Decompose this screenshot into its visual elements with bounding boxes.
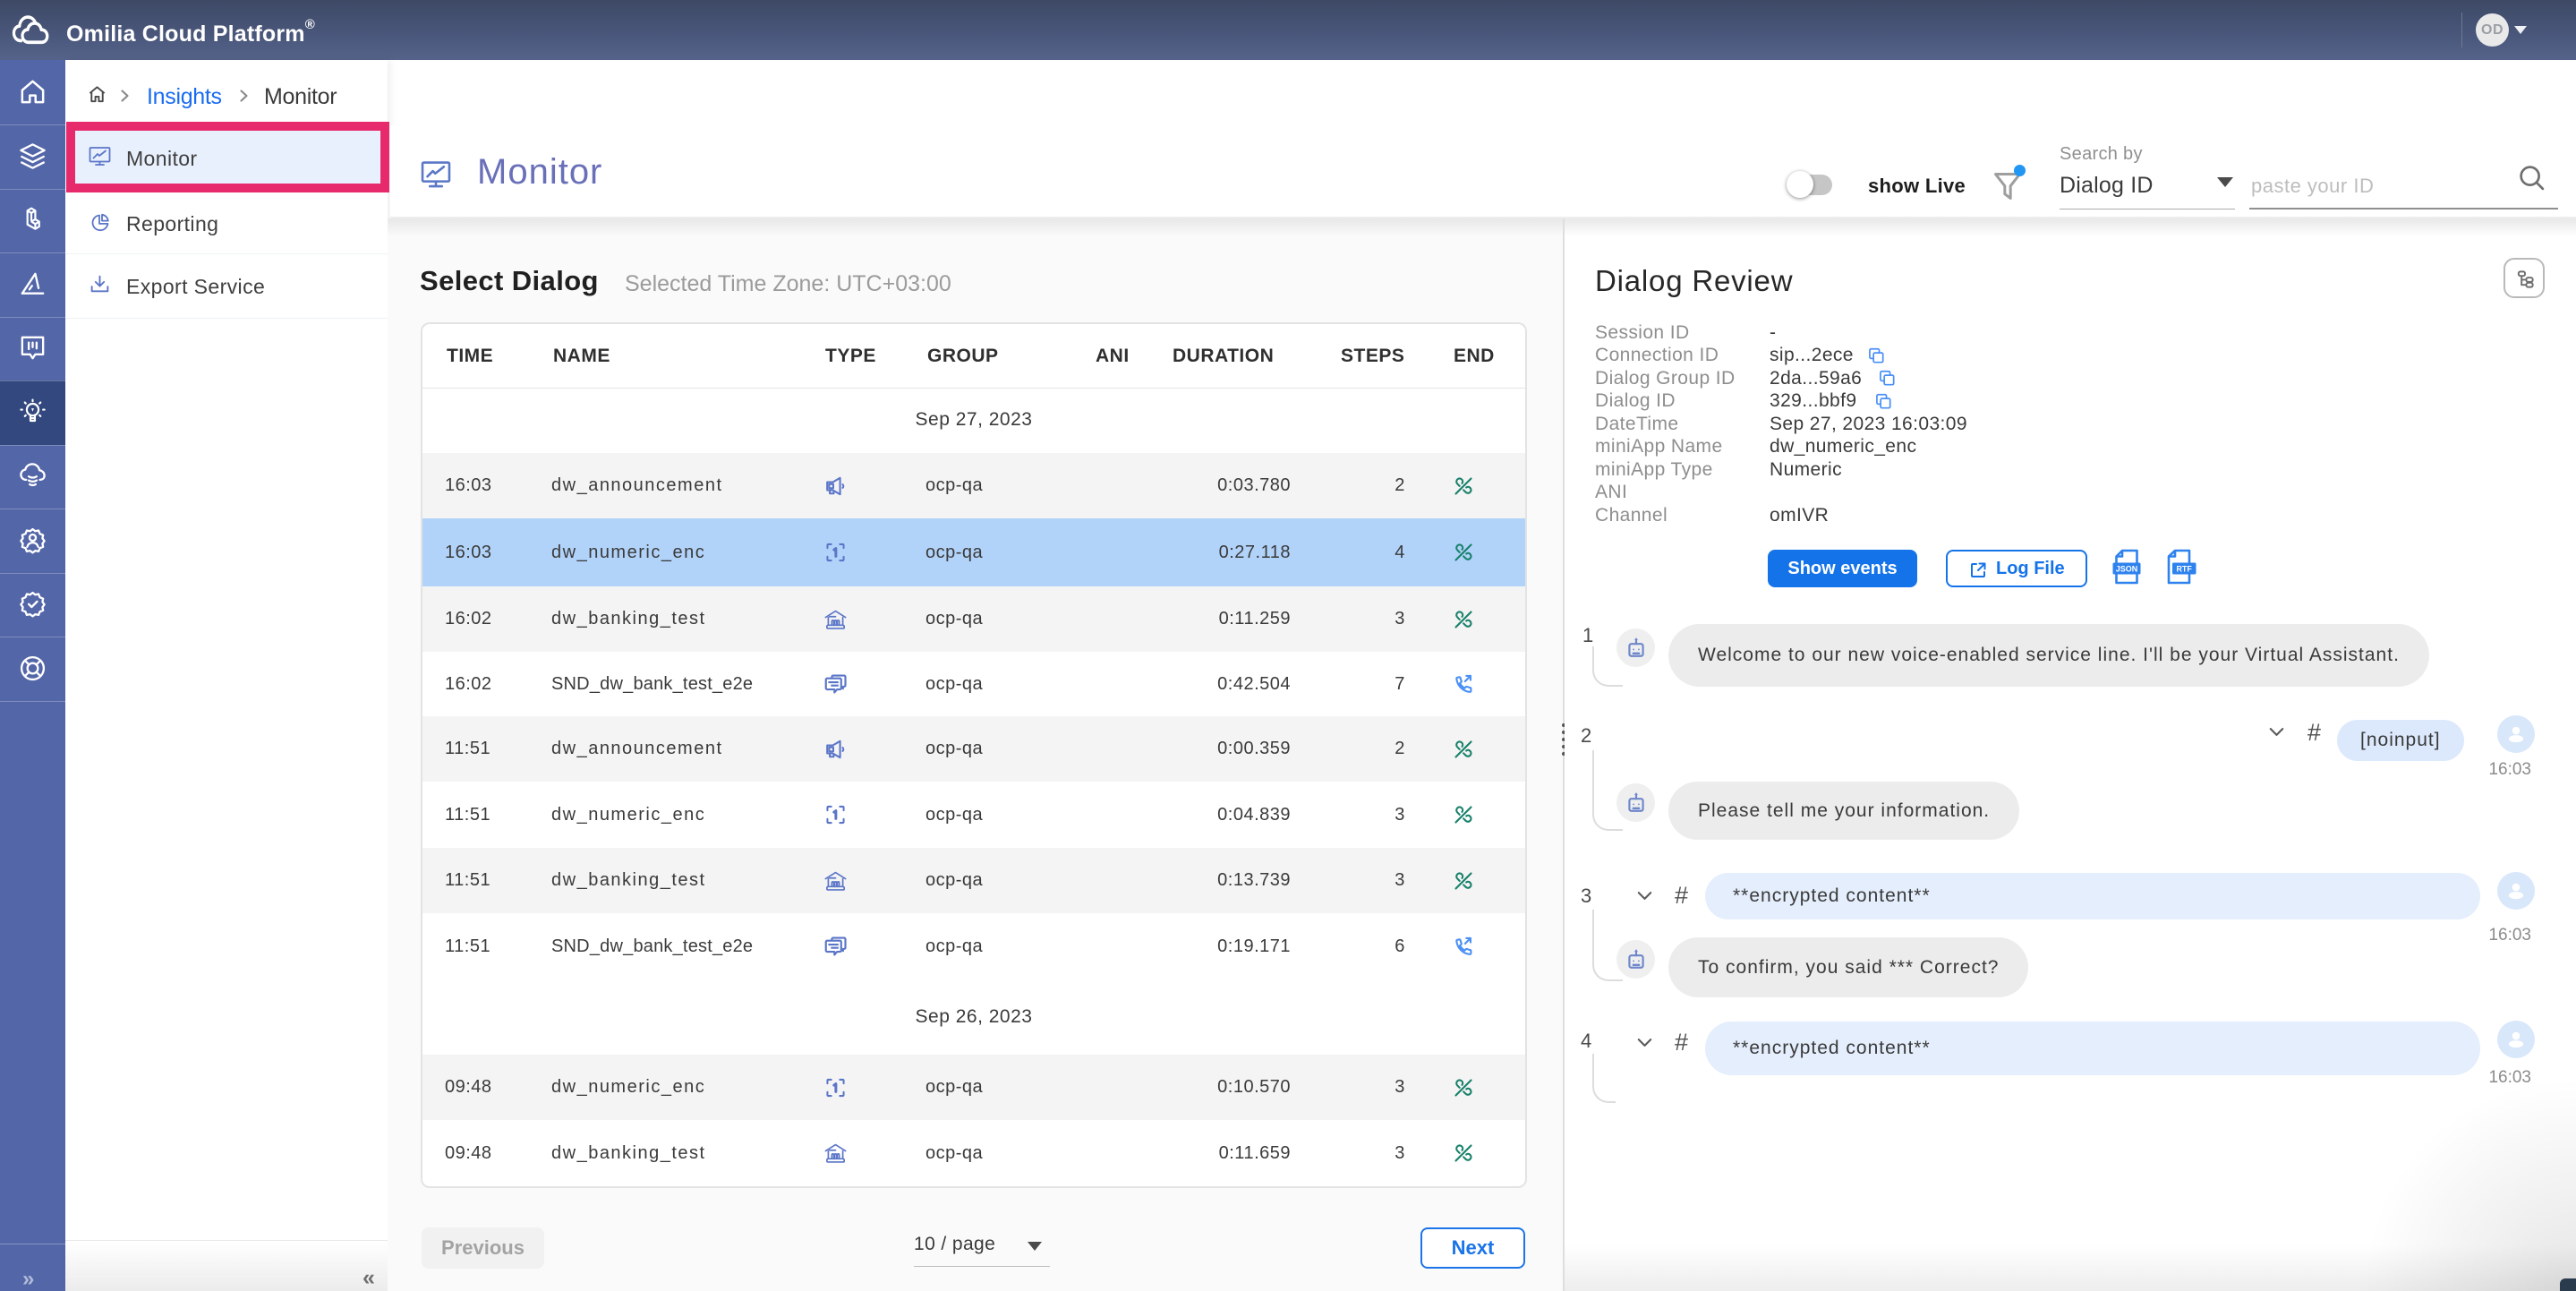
svg-text:JSON: JSON xyxy=(2116,565,2138,574)
svg-text:RTF: RTF xyxy=(2176,565,2192,574)
